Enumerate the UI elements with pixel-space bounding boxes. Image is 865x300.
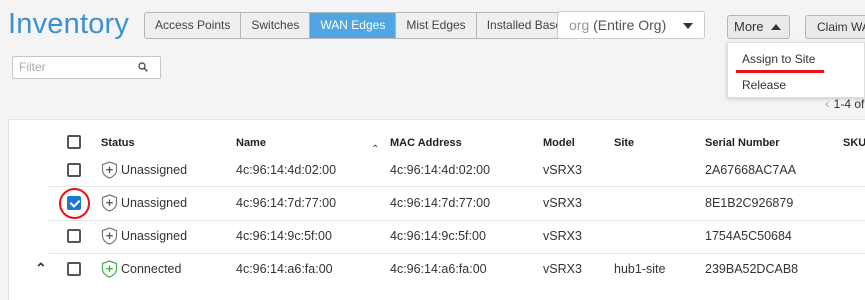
row-status: Connected <box>121 262 182 276</box>
row-status: Unassigned <box>121 163 188 177</box>
row-model: vSRX3 <box>543 262 582 276</box>
tab-access-points[interactable]: Access Points <box>145 13 242 38</box>
row-checkbox[interactable] <box>67 163 81 177</box>
shield-plus-icon <box>101 194 118 212</box>
chevron-up-icon <box>771 24 781 30</box>
row-model: vSRX3 <box>543 196 582 210</box>
shield-plus-connected-icon <box>101 260 118 278</box>
column-header-site[interactable]: Site <box>614 137 634 149</box>
row-mac: 4c:96:14:a6:fa:00 <box>390 262 487 276</box>
row-status: Unassigned <box>121 229 188 243</box>
row-name[interactable]: 4c:96:14:a6:fa:00 <box>236 262 333 276</box>
row-divider <box>49 220 865 221</box>
shield-plus-icon <box>101 227 118 245</box>
highlight-underline <box>736 70 824 73</box>
device-type-tabs: Access Points Switches WAN Edges Mist Ed… <box>144 12 574 39</box>
column-header-sku[interactable]: SKU <box>843 137 865 149</box>
row-serial: 2A67668AC7AA <box>705 163 797 177</box>
search-icon <box>138 62 148 72</box>
shield-plus-icon <box>101 161 118 179</box>
row-divider <box>49 186 865 187</box>
org-select[interactable]: org (Entire Org) <box>557 11 705 39</box>
more-button-label: More <box>734 19 764 34</box>
column-header-mac-address[interactable]: MAC Address <box>390 137 462 149</box>
tab-mist-edges[interactable]: Mist Edges <box>396 13 477 38</box>
row-name[interactable]: 4c:96:14:7d:77:00 <box>236 196 336 210</box>
filter-input[interactable] <box>19 57 134 78</box>
column-header-name[interactable]: Name <box>236 137 266 149</box>
select-all-checkbox[interactable] <box>67 135 81 149</box>
tab-switches[interactable]: Switches <box>241 13 311 38</box>
row-serial: 239BA52DCAB8 <box>705 262 799 276</box>
row-model: vSRX3 <box>543 229 582 243</box>
highlight-circle <box>59 188 90 219</box>
more-button[interactable]: More <box>727 15 790 39</box>
column-header-model[interactable]: Model <box>543 137 575 149</box>
row-serial: 8E1B2C926879 <box>705 196 794 210</box>
collapse-icon[interactable]: ⌃ <box>35 260 47 277</box>
org-select-prefix: org <box>569 17 590 33</box>
inventory-table: Status Name ⌃︎ MAC Address Model Site Se… <box>8 119 865 300</box>
menu-item-release[interactable]: Release <box>742 78 786 92</box>
more-menu: Assign to Site Release <box>727 42 865 98</box>
filter-field <box>12 56 161 79</box>
tab-wan-edges[interactable]: WAN Edges <box>310 13 397 38</box>
claim-wan-edges-button[interactable]: Claim WAN Edges <box>805 15 865 39</box>
row-checkbox[interactable] <box>67 262 81 276</box>
page-title: Inventory <box>8 8 130 40</box>
row-mac: 4c:96:14:9c:5f:00 <box>390 229 486 243</box>
sort-icon[interactable]: ⌃︎ <box>371 144 379 155</box>
row-checkbox[interactable] <box>67 229 81 243</box>
row-site[interactable]: hub1-site <box>614 262 665 276</box>
org-select-value: (Entire Org) <box>593 17 667 33</box>
claim-button-label: Claim WAN Edges <box>817 20 865 34</box>
pager-text: 1-4 of 4 <box>833 97 865 111</box>
row-mac: 4c:96:14:7d:77:00 <box>390 196 491 210</box>
row-name[interactable]: 4c:96:14:4d:02:00 <box>236 163 336 177</box>
row-divider <box>49 253 865 254</box>
row-name[interactable]: 4c:96:14:9c:5f:00 <box>236 229 332 243</box>
chevron-down-icon <box>683 23 693 29</box>
column-header-status[interactable]: Status <box>101 137 135 149</box>
column-header-serial-number[interactable]: Serial Number <box>705 137 780 149</box>
row-mac: 4c:96:14:4d:02:00 <box>390 163 491 177</box>
row-model: vSRX3 <box>543 163 582 177</box>
menu-item-assign-to-site[interactable]: Assign to Site <box>742 52 815 66</box>
row-status: Unassigned <box>121 196 188 210</box>
row-serial: 1754A5C50684 <box>705 229 792 243</box>
